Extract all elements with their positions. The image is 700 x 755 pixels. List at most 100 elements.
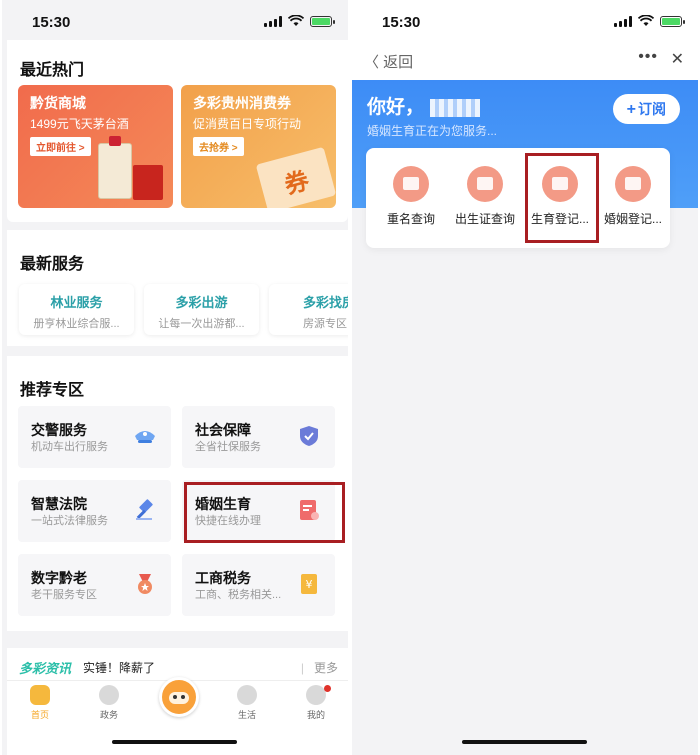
- shield-icon: [300, 426, 318, 446]
- service-card-forestry[interactable]: 林业服务 册亨林业综合服...: [19, 284, 134, 335]
- tile-digital-elderly[interactable]: 数字黔老 老干服务专区: [18, 554, 171, 616]
- recommended-section: 推荐专区 交警服务 机动车出行服务 社会保障 全省社保服务 智慧法院 一站式法律…: [7, 356, 348, 631]
- tile-title: 社会保障: [195, 422, 251, 438]
- tile-title: 工商税务: [195, 570, 251, 586]
- status-icons: [614, 15, 685, 27]
- tab-label: 首页: [30, 710, 49, 720]
- wifi-icon: [638, 15, 654, 26]
- svg-text:¥: ¥: [306, 578, 313, 591]
- service-title: 多彩找房: [303, 295, 348, 310]
- service-label: 生育登记...: [530, 212, 589, 226]
- tile-traffic-police[interactable]: 交警服务 机动车出行服务: [18, 406, 171, 468]
- police-cap-icon: [135, 431, 155, 443]
- gift-box-image: [133, 165, 163, 200]
- status-bar: 15:30: [2, 0, 348, 40]
- status-time: 15:30: [32, 14, 71, 31]
- tab-government[interactable]: 政务: [84, 685, 134, 721]
- banner-title: 多彩贵州消费券: [193, 95, 291, 111]
- home-screen: 15:30 最近热门 黔货商城 1499元飞天茅台酒 立即前往 > 多彩贵州消费…: [2, 0, 348, 755]
- banner-title: 黔货商城: [30, 95, 86, 111]
- wifi-icon: [288, 15, 304, 26]
- home-indicator[interactable]: [462, 740, 587, 744]
- service-card-travel[interactable]: 多彩出游 让每一次出游都...: [144, 284, 259, 335]
- recommended-title: 推荐专区: [20, 382, 85, 399]
- service-title: 林业服务: [50, 295, 103, 310]
- tab-label: 我的: [306, 710, 325, 720]
- close-icon[interactable]: ✕: [671, 49, 684, 69]
- service-birth-cert[interactable]: 出生证查询: [446, 166, 524, 227]
- chevron-left-icon: 〈: [364, 54, 384, 71]
- tile-subtitle: 老干服务专区: [31, 589, 97, 601]
- coupon-image: 券: [255, 146, 336, 208]
- tile-subtitle: 全省社保服务: [195, 441, 261, 453]
- government-icon: [99, 685, 119, 705]
- tile-marriage-birth[interactable]: 婚姻生育 快捷在线办理: [182, 480, 335, 542]
- notification-dot: [324, 685, 331, 692]
- service-label: 出生证查询: [454, 212, 515, 226]
- battery-icon: [660, 15, 685, 27]
- new-services-section: 最新服务 林业服务 册亨林业综合服... 多彩出游 让每一次出游都... 多彩找…: [7, 230, 348, 346]
- banner-go-button[interactable]: 立即前往 >: [30, 137, 91, 156]
- signal-icon: [614, 15, 632, 27]
- hot-section: 最近热门 黔货商城 1499元飞天茅台酒 立即前往 > 多彩贵州消费券 促消费百…: [7, 40, 348, 222]
- status-icons: [264, 15, 335, 27]
- tile-social-security[interactable]: 社会保障 全省社保服务: [182, 406, 335, 468]
- news-headline[interactable]: 实锤！降薪了: [83, 659, 155, 676]
- greeting: 你好，: [367, 92, 481, 119]
- planet-icon: [237, 685, 257, 705]
- tile-title: 智慧法院: [31, 496, 87, 512]
- tab-label: 生活: [237, 710, 256, 720]
- marriage-birth-screen: 15:30 〈 返回 ••• ✕ 你好， 婚姻生育正在为您服务... + 订阅 重…: [352, 0, 698, 755]
- status-time: 15:30: [382, 14, 421, 31]
- tile-smart-court[interactable]: 智慧法院 一站式法律服务: [18, 480, 171, 542]
- tax-document-icon: ¥: [301, 574, 317, 594]
- service-birth-registration[interactable]: 生育登记...: [521, 166, 599, 227]
- home-indicator[interactable]: [112, 740, 237, 744]
- hot-title: 最近热门: [20, 62, 85, 79]
- subscribe-label: 订阅: [638, 101, 666, 117]
- liquor-bottle-image: [98, 136, 132, 199]
- service-label: 婚姻登记...: [603, 212, 662, 226]
- tile-title: 婚姻生育: [195, 496, 251, 512]
- service-card-housing[interactable]: 多彩找房 房源专区: [269, 284, 348, 335]
- back-button[interactable]: 〈 返回: [364, 51, 413, 72]
- tab-label: 政务: [99, 710, 118, 720]
- service-name-query[interactable]: 重名查询: [372, 166, 450, 227]
- medal-icon: [138, 574, 152, 594]
- subscribe-button[interactable]: + 订阅: [612, 94, 680, 124]
- tile-subtitle: 快捷在线办理: [195, 515, 261, 527]
- tile-title: 交警服务: [31, 422, 87, 438]
- signal-icon: [264, 15, 282, 27]
- banner-subtitle: 促消费百日专项行动: [193, 117, 302, 131]
- nav-bar: 〈 返回 ••• ✕: [352, 40, 698, 80]
- banner-coupon[interactable]: 多彩贵州消费券 促消费百日专项行动 去抢券 > 券: [181, 85, 336, 208]
- tile-title: 数字黔老: [31, 570, 87, 586]
- tile-subtitle: 工商、税务相关...: [195, 589, 282, 601]
- banner-mall[interactable]: 黔货商城 1499元飞天茅台酒 立即前往 >: [18, 85, 173, 208]
- tab-mine[interactable]: 我的: [291, 685, 341, 721]
- news-more-link[interactable]: 更多: [301, 659, 338, 676]
- tab-home[interactable]: 首页: [15, 685, 65, 721]
- couple-icon: [615, 166, 651, 202]
- mascot-icon[interactable]: [159, 677, 199, 717]
- tile-business-tax[interactable]: 工商税务 工商、税务相关... ¥: [182, 554, 335, 616]
- service-subtitle: 册亨林业综合服...: [33, 318, 120, 330]
- tile-subtitle: 机动车出行服务: [31, 441, 108, 453]
- pregnant-woman-icon: [542, 166, 578, 202]
- tab-life[interactable]: 生活: [222, 685, 272, 721]
- banner-subtitle: 1499元飞天茅台酒: [30, 117, 129, 131]
- battery-icon: [310, 15, 335, 27]
- home-icon: [30, 685, 50, 705]
- hero-subtitle: 婚姻生育正在为您服务...: [367, 124, 498, 138]
- back-label: 返回: [383, 54, 414, 71]
- status-bar: 15:30: [352, 0, 698, 40]
- new-services-title: 最新服务: [20, 256, 85, 273]
- more-menu-icon[interactable]: •••: [638, 48, 658, 66]
- service-marriage-registration[interactable]: 婚姻登记...: [594, 166, 672, 227]
- service-label: 重名查询: [386, 212, 435, 226]
- tile-subtitle: 一站式法律服务: [31, 515, 108, 527]
- certificate-icon: [467, 166, 503, 202]
- service-subtitle: 让每一次出游都...: [158, 318, 245, 330]
- plus-icon: +: [626, 101, 636, 118]
- banner-grab-button[interactable]: 去抢券 >: [193, 137, 244, 156]
